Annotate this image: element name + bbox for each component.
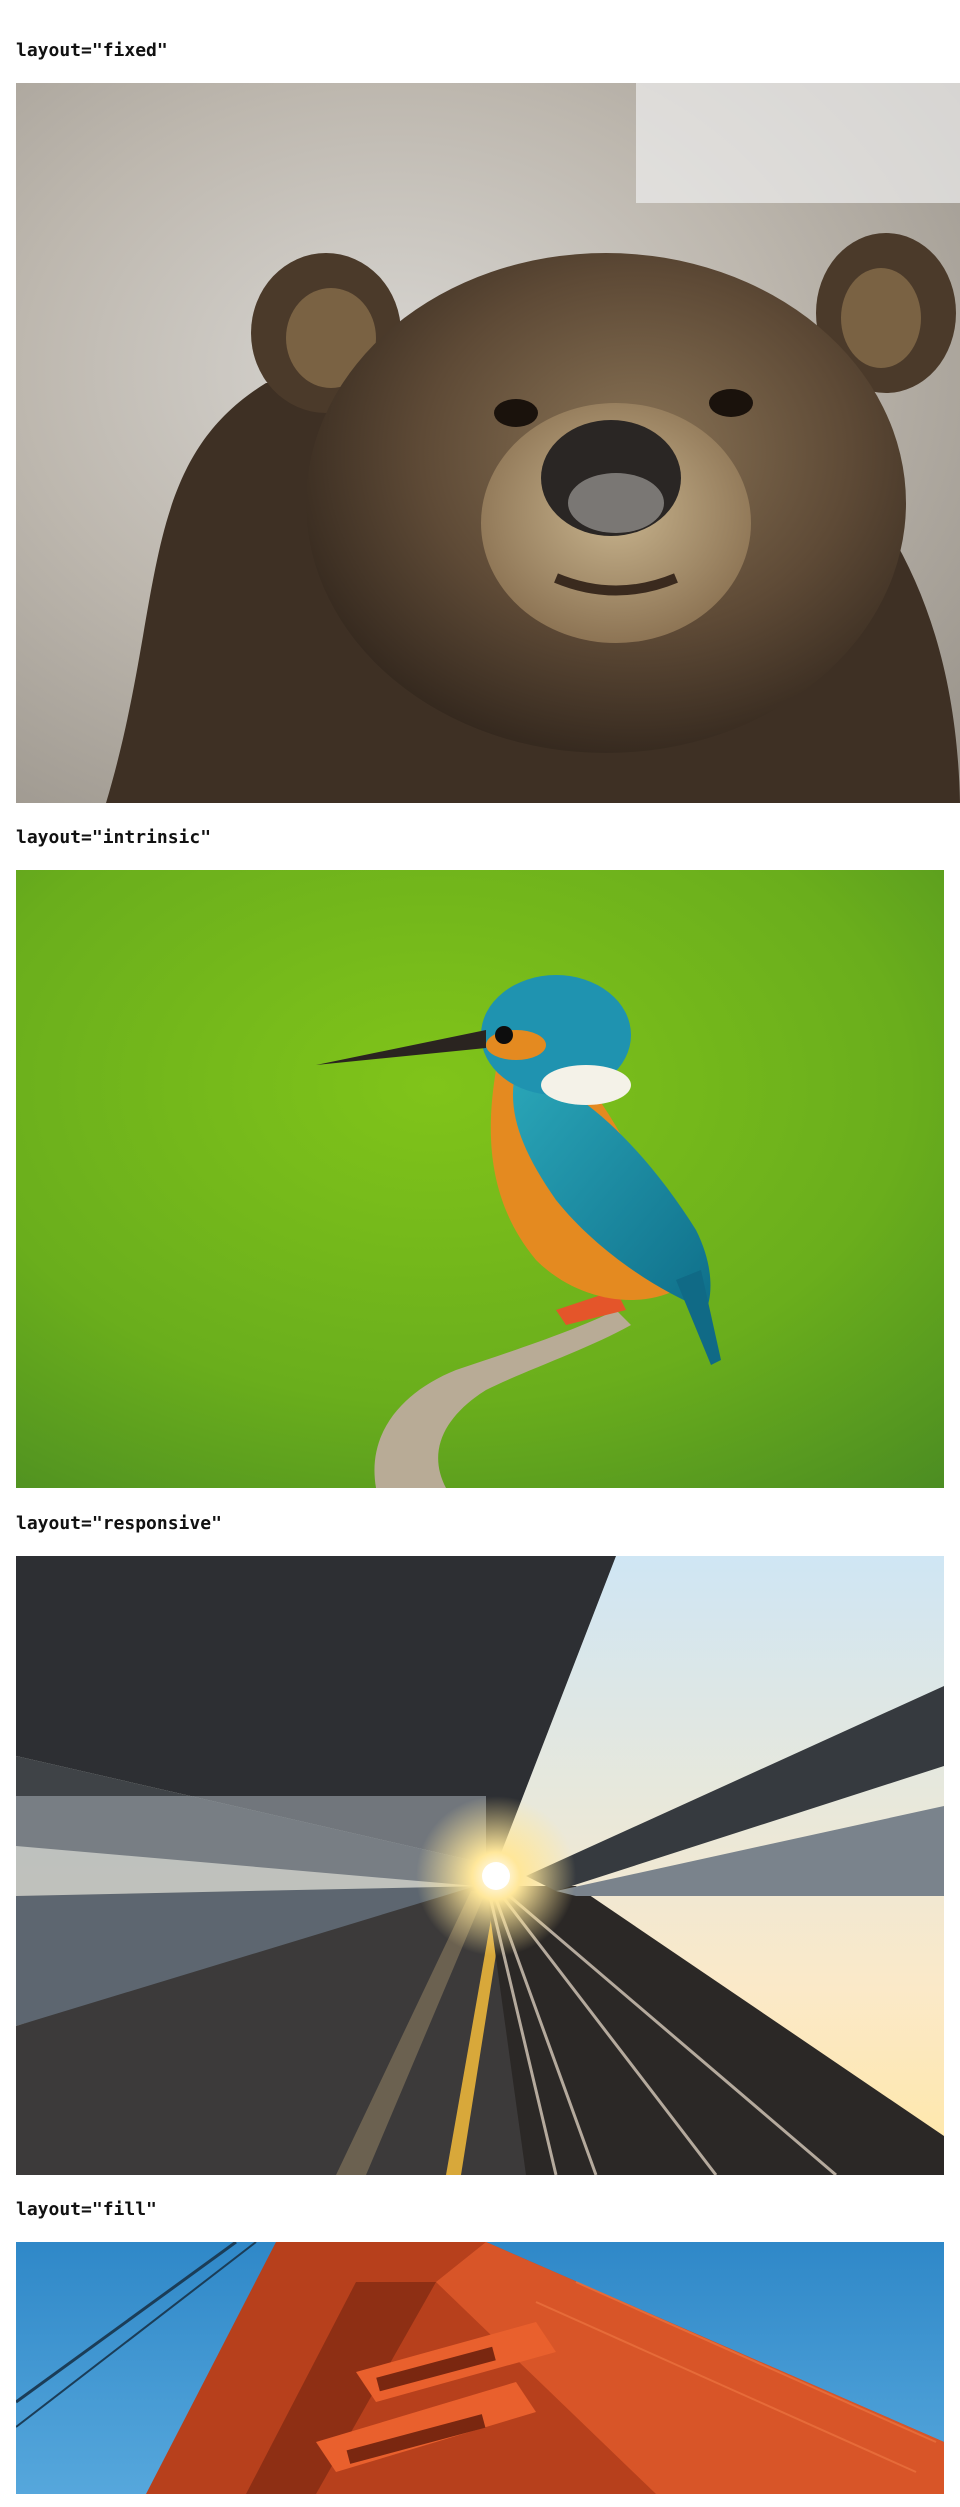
layout-intrinsic-label: layout="intrinsic" (16, 827, 212, 848)
train-platform-image (16, 1556, 944, 2175)
layout-fixed-label: layout="fixed" (16, 40, 168, 61)
bear-image (16, 83, 960, 803)
layout-fill-label: layout="fill" (16, 2199, 157, 2220)
kingfisher-image (16, 870, 944, 1488)
layout-responsive-label: layout="responsive" (16, 1513, 222, 1534)
golden-gate-bridge-image (16, 2242, 944, 2494)
